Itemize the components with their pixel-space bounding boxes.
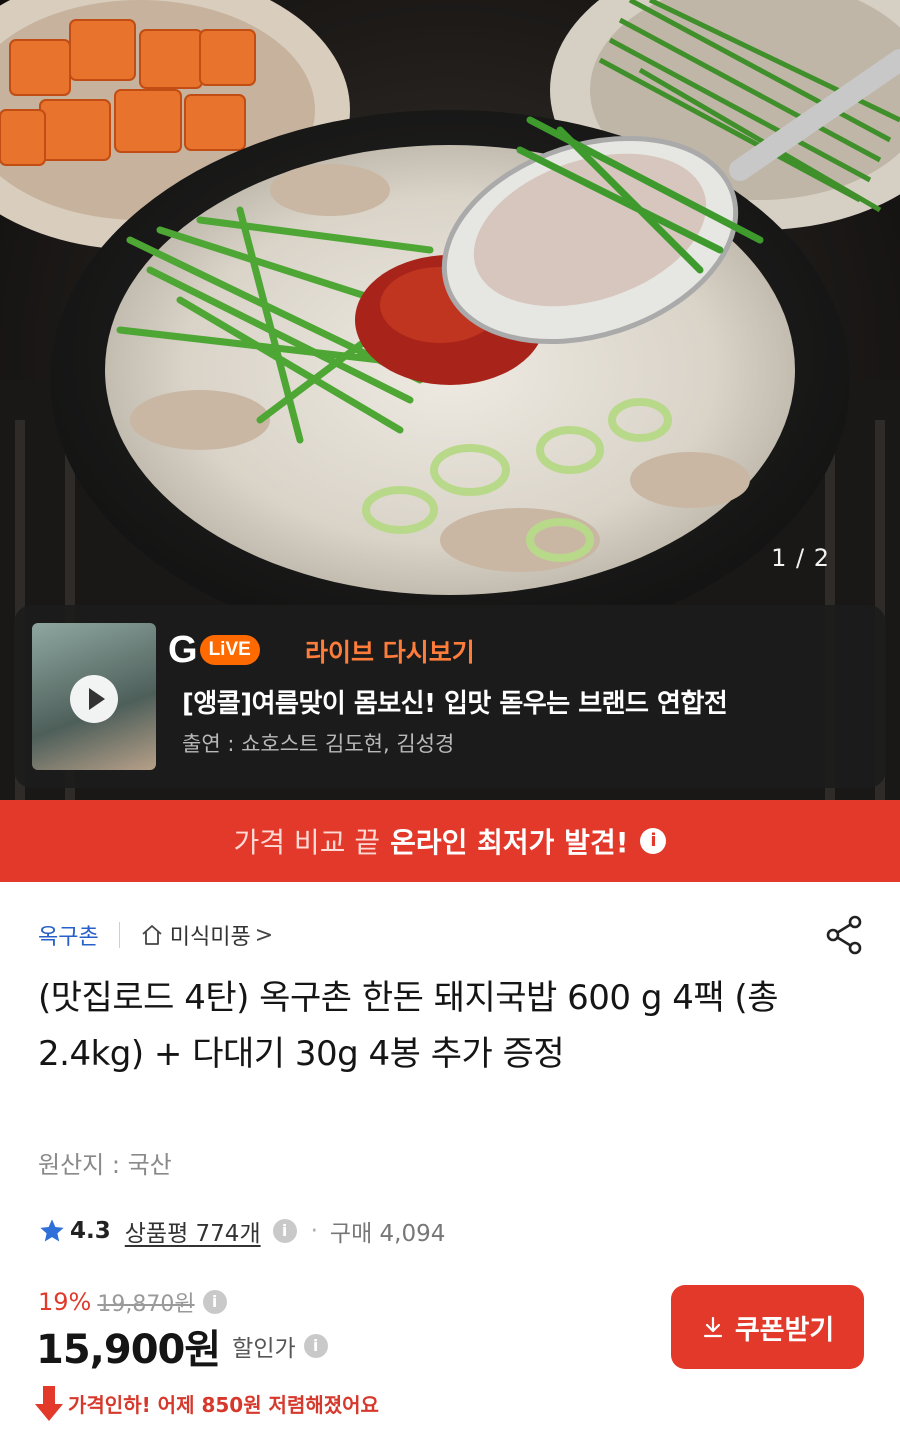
store-link[interactable]: 미식미풍 > <box>140 919 273 951</box>
sale-price: 15,900원 <box>36 1327 221 1373</box>
price-drop-notice: 가격인하! 어제 850원 저렴해졌어요 <box>34 1383 379 1423</box>
info-icon[interactable]: i <box>640 828 667 854</box>
info-icon[interactable]: i <box>202 1290 227 1314</box>
g-live-logo-letter: G <box>168 628 198 671</box>
sale-price-label: 할인가 <box>232 1336 296 1362</box>
chevron-right-icon: > <box>254 922 274 948</box>
original-price: 19,870원 <box>97 1292 195 1317</box>
down-arrow-icon <box>35 1386 63 1421</box>
share-icon[interactable] <box>822 913 866 957</box>
product-title: (맛집로드 4탄) 옥구촌 한돈 돼지국밥 600 g 4팩 (총2.4kg) … <box>38 978 778 1074</box>
coupon-button-label: 쿠폰받기 <box>734 1314 835 1346</box>
price-drop-text: 가격인하! 어제 850원 저렴해졌어요 <box>68 1392 379 1417</box>
g-live-logo: G LiVE <box>168 628 260 671</box>
purchase-count: 구매 4,094 <box>329 1221 446 1247</box>
discount-rate: 19% <box>38 1288 92 1316</box>
product-origin: 원산지 : 국산 <box>38 1151 172 1179</box>
divider <box>118 922 120 948</box>
rating-row: 4.3 상품평 774개 i · 구매 4,094 <box>38 1213 445 1249</box>
carousel-page-indicator: 1 / 2 <box>771 544 830 572</box>
g-live-logo-pill: LiVE <box>199 635 260 665</box>
live-cast: 출연 : 쇼호스트 김도현, 김성경 <box>182 732 455 756</box>
star-icon <box>40 1219 64 1242</box>
store-name: 미식미풍 <box>169 925 251 950</box>
reviews-link[interactable]: 상품평 774개 <box>125 1214 261 1248</box>
bullet-separator: · <box>310 1218 318 1244</box>
lowest-price-banner[interactable]: 가격 비교 끝 온라인 최저가 발견! i <box>0 800 900 882</box>
live-title[interactable]: [앵콜]여름맞이 몸보신! 입맛 돋우는 브랜드 연합전 <box>182 683 728 720</box>
discount-row: 19% 19,870원 i <box>38 1285 227 1319</box>
brand-row: 옥구촌 미식미풍 > <box>38 918 273 952</box>
rating-value: 4.3 <box>70 1218 111 1244</box>
live-replay-label[interactable]: 라이브 다시보기 <box>305 633 475 669</box>
banner-text-bold: 온라인 최저가 발견! <box>390 826 629 859</box>
brand-link[interactable]: 옥구촌 <box>38 919 99 951</box>
play-icon[interactable] <box>70 675 118 723</box>
coupon-button[interactable]: 쿠폰받기 <box>671 1285 864 1369</box>
price-row: 15,900원 할인가 i <box>36 1318 328 1374</box>
info-icon[interactable]: i <box>303 1334 328 1358</box>
product-image-carousel[interactable]: 1 / 2 G LiVE 라이브 다시보기 [앵콜]여름맞이 몸보신! 입맛 돋… <box>0 0 900 800</box>
home-icon <box>142 925 162 945</box>
live-thumbnail[interactable] <box>32 623 156 770</box>
download-icon <box>703 1316 722 1338</box>
info-icon[interactable]: i <box>272 1219 297 1243</box>
banner-text-light: 가격 비교 끝 <box>233 826 381 859</box>
